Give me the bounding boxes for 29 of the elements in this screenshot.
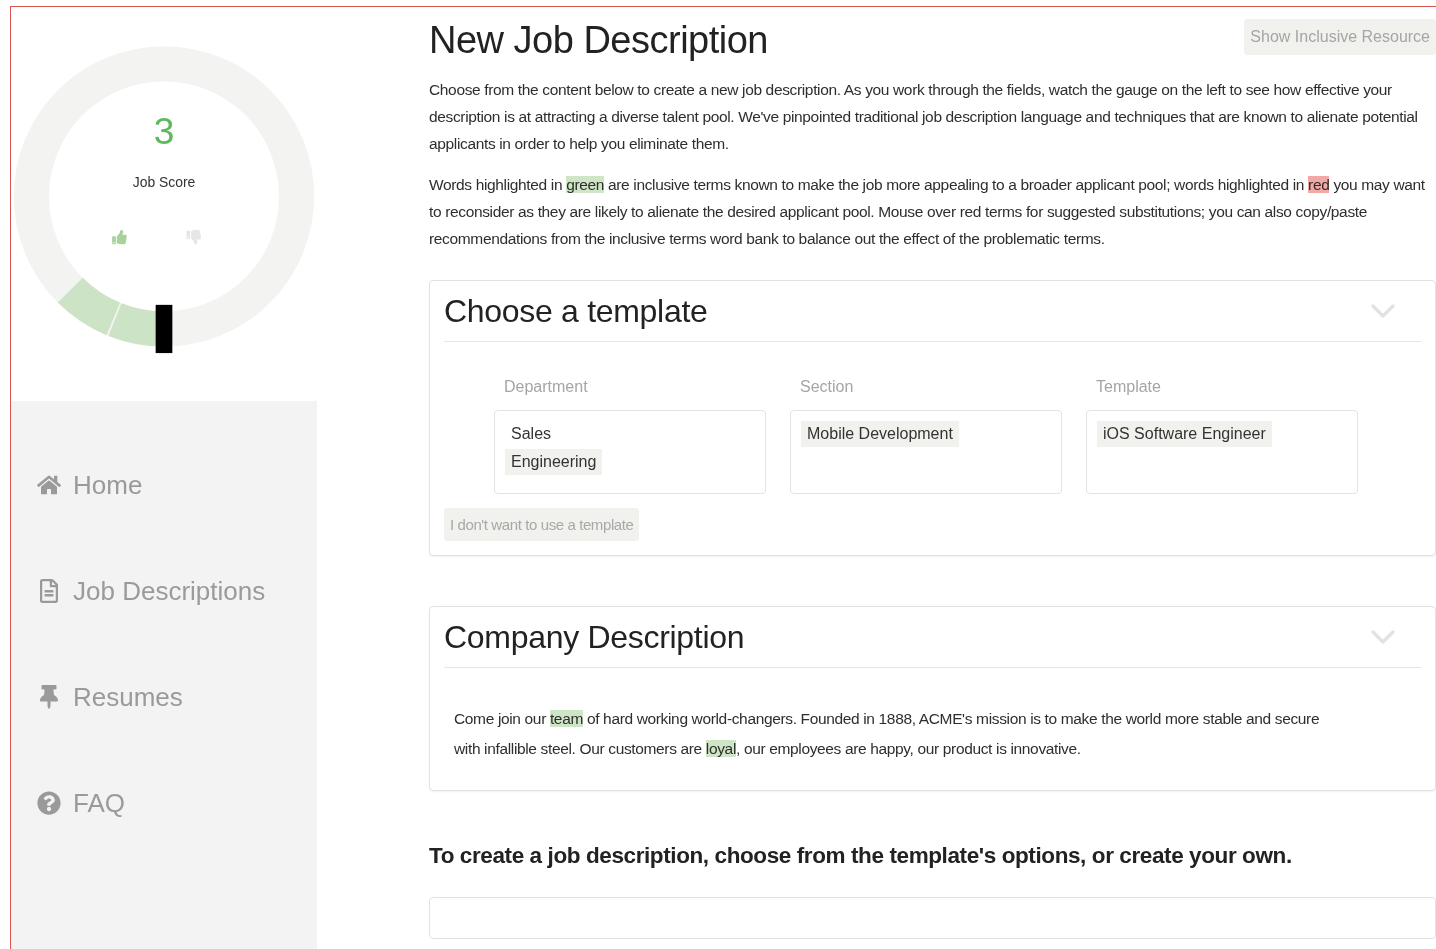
no-template-button[interactable]: I don't want to use a template [444, 508, 640, 541]
column-label: Section [800, 378, 855, 396]
page-title: New Job Description [429, 19, 768, 62]
intro-paragraph: Words highlighted in green are inclusive terms known to make the job more appealing to a broader applicant pool; words highlighted in red you may want to reconsider as they are likely to alienate the desired applicant pool. Mouse over red terms for suggested substitutions; you can also copy/paste recommendations from the inclusive terms word bank to balance out the effect of the problematic terms. [429, 175, 1426, 249]
gauge-needle [155, 304, 173, 354]
list-option[interactable]: iOS Software Engineer [1097, 421, 1272, 447]
home-icon [37, 473, 61, 497]
intro-paragraph: Choose from the content below to create a new job description. As you work through the fields, watch the gauge on the left to see how effective your description is at attracting a diverse talent pool. We've pinpointed traditional job description language and techniques that are known to alienate potential applicants in order to help you eliminate them. [429, 80, 1419, 154]
list-option[interactable]: Sales [505, 421, 558, 447]
column-label: Template [1096, 378, 1162, 396]
nav-item[interactable]: FAQ [11, 781, 317, 825]
help-icon [37, 791, 61, 815]
panel-title: Choose a template [444, 292, 708, 330]
nav-item[interactable]: Home [11, 463, 317, 507]
company-description-text: Come join our team of hard working world-changers. Founded in 1888, ACME's mission is to make the world more stable and secure with infallible steel. Our customers are loyal, our employees are happy, our product is innovative. [454, 709, 1321, 759]
pushpin-icon [37, 685, 61, 709]
score-value: 3 [153, 109, 175, 152]
thumbs-down-icon [186, 229, 202, 245]
score-label: Job Score [132, 174, 196, 191]
nav-item[interactable]: Resumes [11, 675, 317, 719]
list-option[interactable]: Mobile Development [801, 421, 959, 447]
column-label: Department [504, 378, 589, 396]
thumbs-up-icon [112, 229, 127, 245]
document-icon [37, 579, 61, 603]
section-heading: To create a job description, choose from the template's options, or create your own. [429, 843, 1293, 869]
nav-item[interactable]: Job Descriptions [11, 569, 317, 613]
show-resource-button[interactable]: Show Inclusive Resource [1244, 19, 1436, 55]
panel-title: Company Description [444, 618, 745, 656]
list-option[interactable]: Engineering [505, 449, 603, 475]
